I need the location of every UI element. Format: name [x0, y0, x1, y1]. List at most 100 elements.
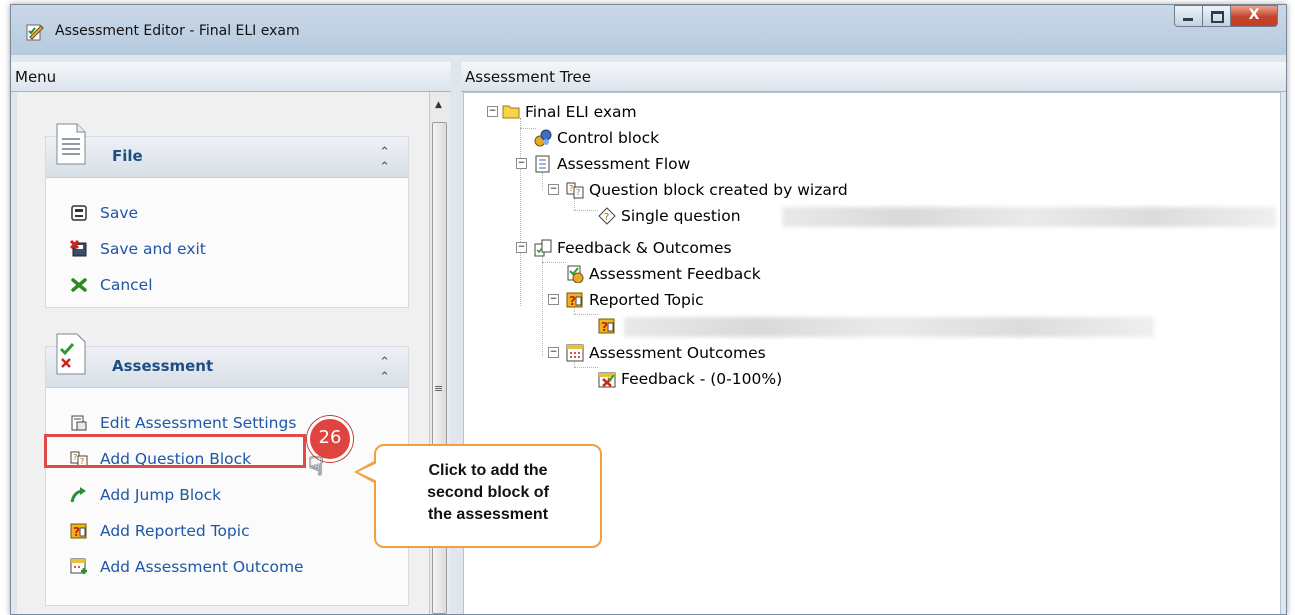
- tree-node-assessment-flow[interactable]: Assessment Flow: [534, 153, 690, 175]
- tree-node-question-block[interactable]: ?? Question block created by wizard: [566, 179, 848, 201]
- collapse-toggle-icon[interactable]: −: [516, 242, 527, 253]
- tree-node-assessment-outcomes[interactable]: Assessment Outcomes: [566, 342, 766, 364]
- svg-text:?: ?: [569, 184, 573, 193]
- outcome-icon: [70, 558, 88, 576]
- question-block-icon: ??: [566, 181, 584, 199]
- tree-line: [574, 367, 598, 368]
- menu-panel-header: Menu: [11, 62, 451, 92]
- scroll-grip-icon: ≡: [434, 382, 444, 395]
- tree-node-label: Assessment Flow: [557, 155, 691, 173]
- collapse-toggle-icon[interactable]: −: [548, 294, 559, 305]
- tree-node-label: Assessment Feedback: [589, 265, 761, 283]
- feedback-outcome-icon: [598, 370, 616, 388]
- save-icon: [70, 204, 88, 222]
- tree-node-label: Reported Topic: [589, 291, 704, 309]
- save-and-exit-item[interactable]: Save and exit: [70, 237, 206, 261]
- file-group-header[interactable]: File ⌃ ⌃: [46, 123, 408, 178]
- save-and-exit-label: Save and exit: [100, 240, 206, 258]
- reported-topic-icon: ?: [70, 522, 88, 540]
- reported-topic-icon: ?: [598, 317, 616, 335]
- tree-line: [574, 210, 598, 211]
- add-assessment-outcome-item[interactable]: Add Assessment Outcome: [70, 555, 304, 579]
- tree-node-single-question[interactable]: ? Single question: [598, 205, 741, 227]
- add-reported-topic-item[interactable]: ? Add Reported Topic: [70, 519, 250, 543]
- control-block-icon: [534, 129, 552, 147]
- assessment-flow-icon: [534, 155, 552, 173]
- callout-tail-inner: [358, 463, 377, 481]
- collapse-chevron-icon[interactable]: ⌃ ⌃: [379, 145, 390, 175]
- assessment-editor-window: Assessment Editor - Final ELI exam X Men…: [10, 4, 1287, 615]
- add-jump-block-label: Add Jump Block: [100, 486, 222, 504]
- tree-line: [574, 314, 598, 315]
- save-exit-icon: [70, 240, 88, 258]
- tree-node-reported-topic[interactable]: ? Reported Topic: [566, 289, 704, 311]
- tree-line: [542, 252, 543, 356]
- title-bar: Assessment Editor - Final ELI exam X: [11, 5, 1286, 55]
- cancel-label: Cancel: [100, 276, 153, 294]
- callout-line: second block of: [427, 484, 549, 501]
- redacted-text: [782, 207, 1276, 227]
- tree-line: [542, 262, 566, 263]
- assessment-doc-icon: [56, 333, 86, 375]
- assessment-group-header[interactable]: Assessment ⌃ ⌃: [46, 333, 408, 388]
- add-jump-block-item[interactable]: Add Jump Block: [70, 483, 221, 507]
- maximize-button[interactable]: [1202, 5, 1231, 27]
- cancel-item[interactable]: Cancel: [70, 273, 153, 297]
- tree-node-label: Feedback - (0-100%): [621, 370, 783, 388]
- outcomes-calendar-icon: [566, 344, 584, 362]
- minimize-button[interactable]: [1174, 5, 1203, 27]
- save-item[interactable]: Save: [70, 201, 138, 225]
- close-icon: X: [1248, 7, 1260, 23]
- svg-text:?: ?: [601, 320, 608, 334]
- feedback-outcomes-icon: [534, 239, 552, 257]
- menu-panel: File ⌃ ⌃ Save Save and exit Cancel Asses…: [17, 92, 430, 614]
- tree-node-topic-child[interactable]: ?: [598, 315, 621, 337]
- tree-node-root[interactable]: Final ELI exam: [502, 101, 637, 123]
- close-button[interactable]: X: [1230, 5, 1278, 27]
- editor-app-icon: [26, 24, 44, 41]
- tree-node-label: Control block: [557, 129, 660, 147]
- assessment-feedback-icon: [566, 265, 584, 284]
- collapse-toggle-icon[interactable]: −: [548, 184, 559, 195]
- collapse-toggle-icon[interactable]: −: [487, 106, 498, 117]
- reported-topic-icon: ?: [566, 291, 584, 309]
- svg-text:?: ?: [73, 525, 80, 539]
- tree-node-feedback-range[interactable]: Feedback - (0-100%): [598, 368, 782, 390]
- edit-assessment-settings-label: Edit Assessment Settings: [100, 414, 297, 432]
- file-group-title: File: [112, 147, 143, 165]
- settings-icon: [70, 414, 88, 432]
- hand-pointer-icon: ☟: [308, 452, 324, 482]
- svg-text:?: ?: [604, 212, 609, 223]
- tree-node-assessment-feedback[interactable]: Assessment Feedback: [566, 263, 761, 285]
- edit-assessment-settings-item[interactable]: Edit Assessment Settings: [70, 411, 296, 435]
- tree-node-label: Feedback & Outcomes: [557, 239, 732, 257]
- minimize-icon: [1183, 18, 1193, 21]
- add-reported-topic-label: Add Reported Topic: [100, 522, 250, 540]
- scroll-up-arrow-icon[interactable]: ▲: [435, 100, 442, 110]
- cancel-icon: [70, 276, 88, 294]
- tree-node-label: Final ELI exam: [525, 103, 637, 121]
- assessment-group-title: Assessment: [112, 357, 214, 375]
- window-title: Assessment Editor - Final ELI exam: [55, 23, 300, 39]
- document-icon: [56, 123, 86, 165]
- svg-text:?: ?: [576, 188, 580, 197]
- collapse-toggle-icon[interactable]: −: [516, 158, 527, 169]
- maximize-icon: [1211, 11, 1224, 23]
- tree-node-label: Single question: [621, 207, 741, 225]
- tree-node-feedback-outcomes[interactable]: Feedback & Outcomes: [534, 237, 732, 259]
- tree-node-control-block[interactable]: Control block: [534, 127, 659, 149]
- step-highlight-box: [44, 434, 306, 468]
- collapse-chevron-icon[interactable]: ⌃ ⌃: [379, 355, 390, 385]
- callout-line: Click to add the: [428, 462, 548, 479]
- save-label: Save: [100, 204, 139, 222]
- tree-node-label: Question block created by wizard: [589, 181, 848, 199]
- folder-icon: [502, 103, 520, 121]
- add-assessment-outcome-label: Add Assessment Outcome: [100, 558, 304, 576]
- svg-text:?: ?: [569, 294, 576, 308]
- file-group: File ⌃ ⌃ Save Save and exit Cancel: [45, 123, 409, 308]
- window-controls: X: [1174, 5, 1278, 31]
- redacted-text: [624, 317, 1154, 337]
- tree-line: [520, 118, 521, 306]
- collapse-toggle-icon[interactable]: −: [548, 347, 559, 358]
- tree-panel-header: Assessment Tree: [461, 62, 1286, 92]
